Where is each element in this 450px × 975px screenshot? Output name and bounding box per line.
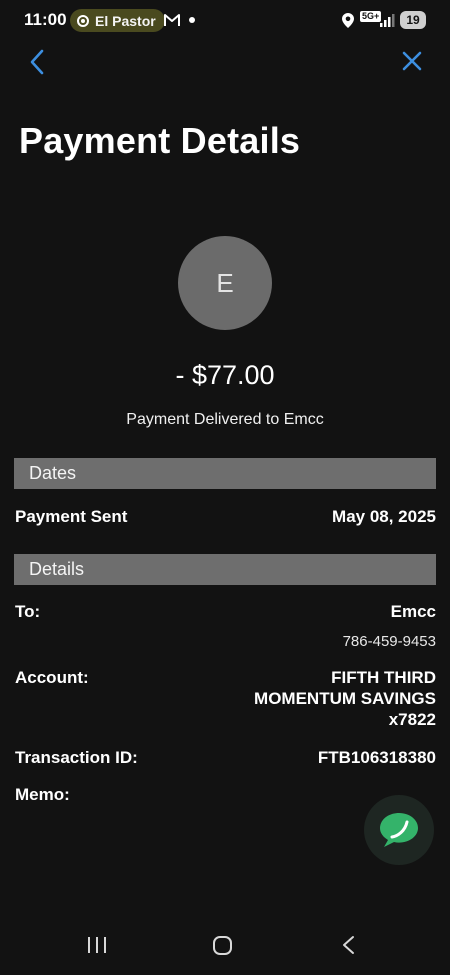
- network-label: 5G+: [360, 11, 382, 22]
- account-label: Account:: [15, 668, 89, 687]
- signal-icon: [380, 14, 395, 27]
- avatar: E: [178, 236, 272, 330]
- home-icon[interactable]: [213, 936, 232, 955]
- gmail-icon: [164, 14, 180, 26]
- notification-pill-label: El Pastor: [95, 12, 156, 29]
- to-phone: 786-459-9453: [342, 633, 436, 650]
- payment-status: Payment Delivered to Emcc: [126, 411, 324, 428]
- status-time: 11:00: [24, 10, 67, 29]
- account-line2: MOMENTUM SAVINGS: [254, 689, 436, 708]
- status-bar: 11:00 El Pastor 5G+ 19: [0, 0, 450, 40]
- dates-section-header: Dates: [14, 458, 436, 489]
- payment-sent-value: May 08, 2025: [332, 507, 436, 526]
- system-nav-bar: [0, 915, 450, 975]
- account-line3: x7822: [388, 710, 436, 729]
- payment-amount: - $77.00: [175, 360, 275, 390]
- chat-bubble-icon: [380, 813, 418, 847]
- memo-label: Memo:: [15, 785, 70, 804]
- to-name: Emcc: [390, 602, 436, 621]
- account-line1: FIFTH THIRD: [331, 668, 436, 687]
- transaction-id-value: FTB106318380: [317, 748, 436, 767]
- chat-button[interactable]: [364, 795, 434, 865]
- payment-sent-label: Payment Sent: [15, 507, 128, 526]
- close-icon: [402, 51, 422, 71]
- transaction-id-label: Transaction ID:: [15, 748, 138, 767]
- chevron-left-icon: [30, 49, 44, 75]
- back-button[interactable]: [26, 48, 50, 76]
- more-notifications-dot-icon: [189, 17, 195, 23]
- location-icon: [342, 13, 354, 28]
- notification-pill[interactable]: El Pastor: [70, 9, 165, 32]
- record-icon: [77, 14, 89, 27]
- close-button[interactable]: [400, 49, 424, 73]
- details-section-header: Details: [14, 554, 436, 585]
- to-label: To:: [15, 602, 41, 621]
- page-title: Payment Details: [19, 120, 301, 161]
- recent-apps-icon[interactable]: [87, 936, 107, 954]
- back-icon[interactable]: [341, 935, 355, 955]
- battery-indicator: 19: [400, 11, 426, 29]
